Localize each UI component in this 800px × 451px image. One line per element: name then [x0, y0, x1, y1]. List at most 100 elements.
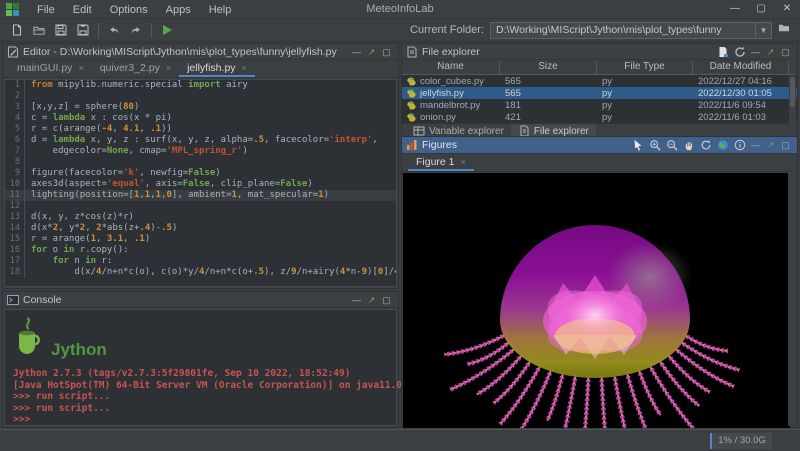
- new-item-button[interactable]: [714, 45, 731, 59]
- float-panel-icon[interactable]: ↗: [763, 138, 778, 152]
- editor-panel-controls: —↗▢: [349, 45, 394, 59]
- zoom-in-button[interactable]: [646, 138, 663, 152]
- file-row-mandelbrot.py[interactable]: mandelbrot.py181py2022/11/6 09:54: [402, 99, 797, 111]
- code-text: axes3d(aspect='equal', axis=False, clip_…: [25, 179, 313, 190]
- menu-file[interactable]: File: [28, 4, 64, 16]
- file-row-color_cubes.py[interactable]: color_cubes.py565py2022/12/27 04:16: [402, 75, 797, 87]
- open-file-button[interactable]: [28, 21, 50, 40]
- code-line: 15r = arange(1, 3.1, .1): [5, 234, 396, 245]
- file-cell: 2022/12/27 04:16: [693, 76, 789, 87]
- code-editor[interactable]: 1from mipylib.numeric.special import air…: [4, 79, 397, 287]
- pan-button[interactable]: [680, 138, 697, 152]
- browse-folder-button[interactable]: [778, 21, 790, 39]
- current-folder-zone: Current Folder: D:\Working\MIScript\Jyth…: [410, 21, 800, 39]
- maximize-panel-icon[interactable]: ▢: [778, 45, 793, 59]
- file-row-jellyfish.py[interactable]: jellyfish.py565py2022/12/30 01:05: [402, 87, 797, 99]
- identify-button[interactable]: [731, 138, 748, 152]
- file-cell: 181: [500, 100, 597, 111]
- minimize-panel-icon[interactable]: —: [748, 138, 763, 152]
- figure-canvas[interactable]: [403, 173, 788, 426]
- minimize-window-icon[interactable]: —: [722, 0, 748, 18]
- tab-label: File explorer: [534, 126, 589, 137]
- refresh-button[interactable]: [731, 45, 748, 59]
- figures-toolbar: —↗▢: [629, 138, 793, 152]
- new-file-button[interactable]: [6, 21, 28, 40]
- column-header-file-type[interactable]: File Type: [597, 60, 693, 74]
- minimize-panel-icon[interactable]: —: [349, 45, 364, 59]
- menu-help[interactable]: Help: [200, 4, 241, 16]
- file-explorer-controls: —↗▢: [714, 45, 793, 59]
- chevron-down-icon[interactable]: ▼: [755, 23, 771, 38]
- file-table-scrollbar[interactable]: [789, 76, 796, 124]
- figures-panel-controls: —↗▢: [748, 138, 793, 152]
- file-cell: 2022/11/6 09:54: [693, 100, 789, 111]
- toolbar-separator: [98, 23, 99, 38]
- figures-panel-title: Figures: [422, 139, 457, 151]
- zoom-out-button[interactable]: [663, 138, 680, 152]
- redo-button[interactable]: [125, 21, 147, 40]
- scrollbar-thumb[interactable]: [790, 77, 795, 107]
- undo-icon: [108, 24, 120, 36]
- tab-label: Variable explorer: [429, 126, 504, 137]
- code-line: 2: [5, 91, 396, 102]
- file-row-onion.py[interactable]: onion.py421py2022/11/6 01:03: [402, 111, 797, 123]
- meteoinfolab-window: FileEditOptionsAppsHelp MeteoInfoLab —▢✕…: [0, 0, 800, 451]
- code-line: 13d(x, y, z*cos(z)*r): [5, 212, 396, 223]
- column-header-name[interactable]: Name: [402, 60, 500, 74]
- column-header-date-modified[interactable]: Date Modified: [693, 60, 789, 74]
- close-tab-icon[interactable]: ×: [166, 63, 171, 73]
- rotate-button[interactable]: [697, 138, 714, 152]
- line-number: 12: [5, 201, 25, 212]
- menu-edit[interactable]: Edit: [64, 4, 101, 16]
- close-tab-icon[interactable]: ×: [461, 157, 466, 167]
- editor-tab-mainGUI.py[interactable]: mainGUI.py×: [9, 60, 92, 77]
- maximize-window-icon[interactable]: ▢: [748, 0, 774, 18]
- editor-tab-quiver3_2.py[interactable]: quiver3_2.py×: [92, 60, 179, 77]
- code-lines: 1from mipylib.numeric.special import air…: [5, 80, 396, 278]
- file-name-cell: color_cubes.py: [402, 76, 500, 87]
- current-folder-value[interactable]: D:\Working\MIScript\Jython\mis\plot_type…: [491, 24, 755, 36]
- close-tab-icon[interactable]: ×: [78, 63, 83, 73]
- console-panel-controls: —↗▢: [349, 293, 394, 307]
- console-output[interactable]: Jython Jython 2.7.3 (tags/v2.7.3:5f29801…: [4, 309, 397, 426]
- minimize-panel-icon[interactable]: —: [349, 293, 364, 307]
- globe-button[interactable]: [714, 138, 731, 152]
- float-panel-icon[interactable]: ↗: [364, 45, 379, 59]
- editor-tab-label: jellyfish.py: [187, 62, 235, 74]
- close-window-icon[interactable]: ✕: [774, 0, 800, 18]
- save-as-button[interactable]: [72, 21, 94, 40]
- float-panel-icon[interactable]: ↗: [364, 293, 379, 307]
- code-text: r = arange(1, 3.1, .1): [25, 234, 150, 245]
- float-panel-icon[interactable]: ↗: [763, 45, 778, 59]
- hand-pan-icon: [683, 139, 695, 151]
- jellyfish-plot: [403, 173, 790, 428]
- file-cell: py: [597, 112, 693, 123]
- code-line: 5r = c(arange(-4, 4.1, .1)): [5, 124, 396, 135]
- figure-tab-figure-1[interactable]: Figure 1×: [408, 154, 474, 171]
- menu-bar: FileEditOptionsAppsHelp: [28, 0, 240, 18]
- menu-apps[interactable]: Apps: [157, 4, 200, 16]
- console-line: [Java HotSpot(TM) 64-Bit Server VM (Orac…: [13, 380, 388, 392]
- save-button[interactable]: [50, 21, 72, 40]
- current-folder-label: Current Folder:: [410, 24, 484, 36]
- chart-icon: [406, 139, 418, 151]
- minimize-panel-icon[interactable]: —: [748, 45, 763, 59]
- run-script-button[interactable]: [156, 21, 178, 40]
- file-cell: 421: [500, 112, 597, 123]
- maximize-panel-icon[interactable]: ▢: [778, 138, 793, 152]
- close-tab-icon[interactable]: ×: [242, 63, 247, 73]
- console-lines: Jython 2.7.3 (tags/v2.7.3:5f29801fe, Sep…: [13, 368, 388, 426]
- select-tool-button[interactable]: [629, 138, 646, 152]
- folder-icon: [778, 22, 790, 34]
- info-icon: [734, 139, 746, 151]
- current-folder-combobox[interactable]: D:\Working\MIScript\Jython\mis\plot_type…: [490, 22, 772, 39]
- undo-button[interactable]: [103, 21, 125, 40]
- code-line: 6d = lambda x, y, z : surf(x, y, z, alph…: [5, 135, 396, 146]
- maximize-panel-icon[interactable]: ▢: [379, 45, 394, 59]
- figure-scrollbar[interactable]: [788, 173, 796, 426]
- menu-options[interactable]: Options: [101, 4, 157, 16]
- maximize-panel-icon[interactable]: ▢: [379, 293, 394, 307]
- editor-tab-jellyfish.py[interactable]: jellyfish.py ×: [179, 60, 255, 77]
- file-explorer-header: File explorer —↗▢: [402, 44, 797, 60]
- column-header-size[interactable]: Size: [500, 60, 597, 74]
